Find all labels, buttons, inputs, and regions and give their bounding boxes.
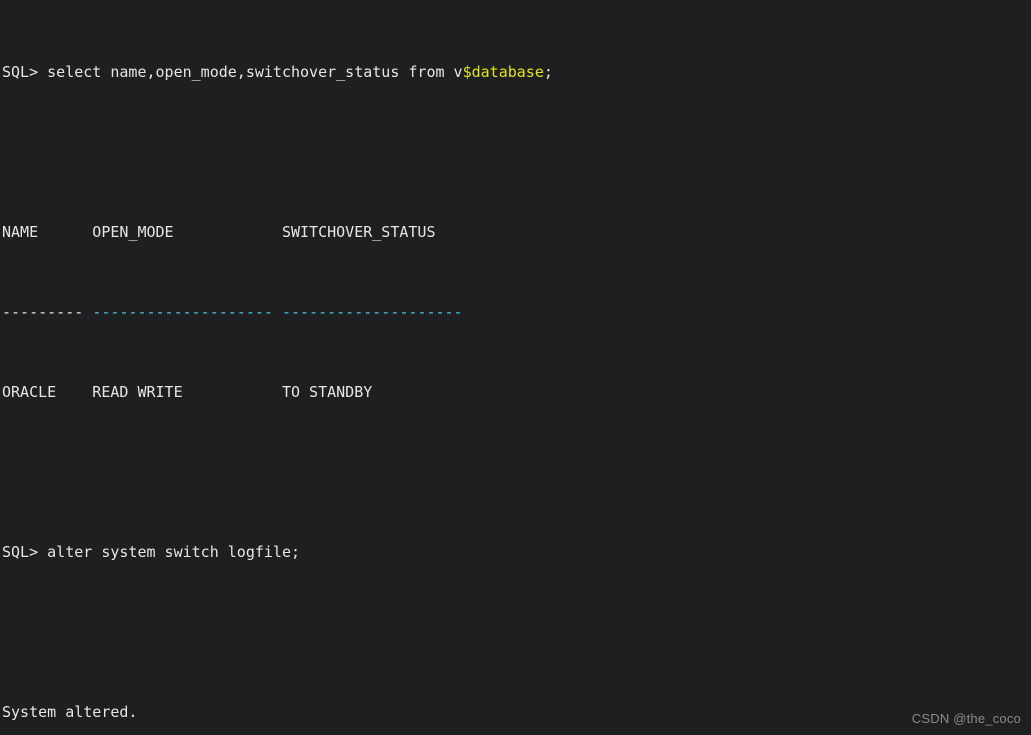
result-separator-row: --------- -------------------- ---------…: [2, 302, 1031, 322]
command-terminator: ;: [543, 63, 553, 81]
result-data-row: ORACLE READ WRITE TO STANDBY: [2, 383, 373, 401]
command-text: alter system switch logfile;: [47, 543, 301, 561]
result-header-row: NAME OPEN_MODE SWITCHOVER_STATUS: [2, 223, 436, 241]
command-text: select name,open_mode,switchover_status …: [47, 63, 463, 81]
terminal-line-command: SQL> alter system switch logfile;: [2, 542, 1031, 562]
command-highlight: $database: [462, 63, 544, 81]
sql-prompt: SQL>: [2, 543, 48, 561]
terminal-line-command: SQL> select name,open_mode,switchover_st…: [2, 62, 1031, 82]
terminal-screen[interactable]: SQL> select name,open_mode,switchover_st…: [2, 2, 1031, 735]
separator-segment-name: ---------: [2, 303, 93, 321]
terminal-line-output: System altered.: [2, 703, 138, 721]
separator-segment-rest: -------------------- -------------------…: [92, 303, 463, 321]
terminal-window[interactable]: SQL> select name,open_mode,switchover_st…: [0, 0, 1031, 735]
sql-prompt: SQL>: [2, 63, 48, 81]
